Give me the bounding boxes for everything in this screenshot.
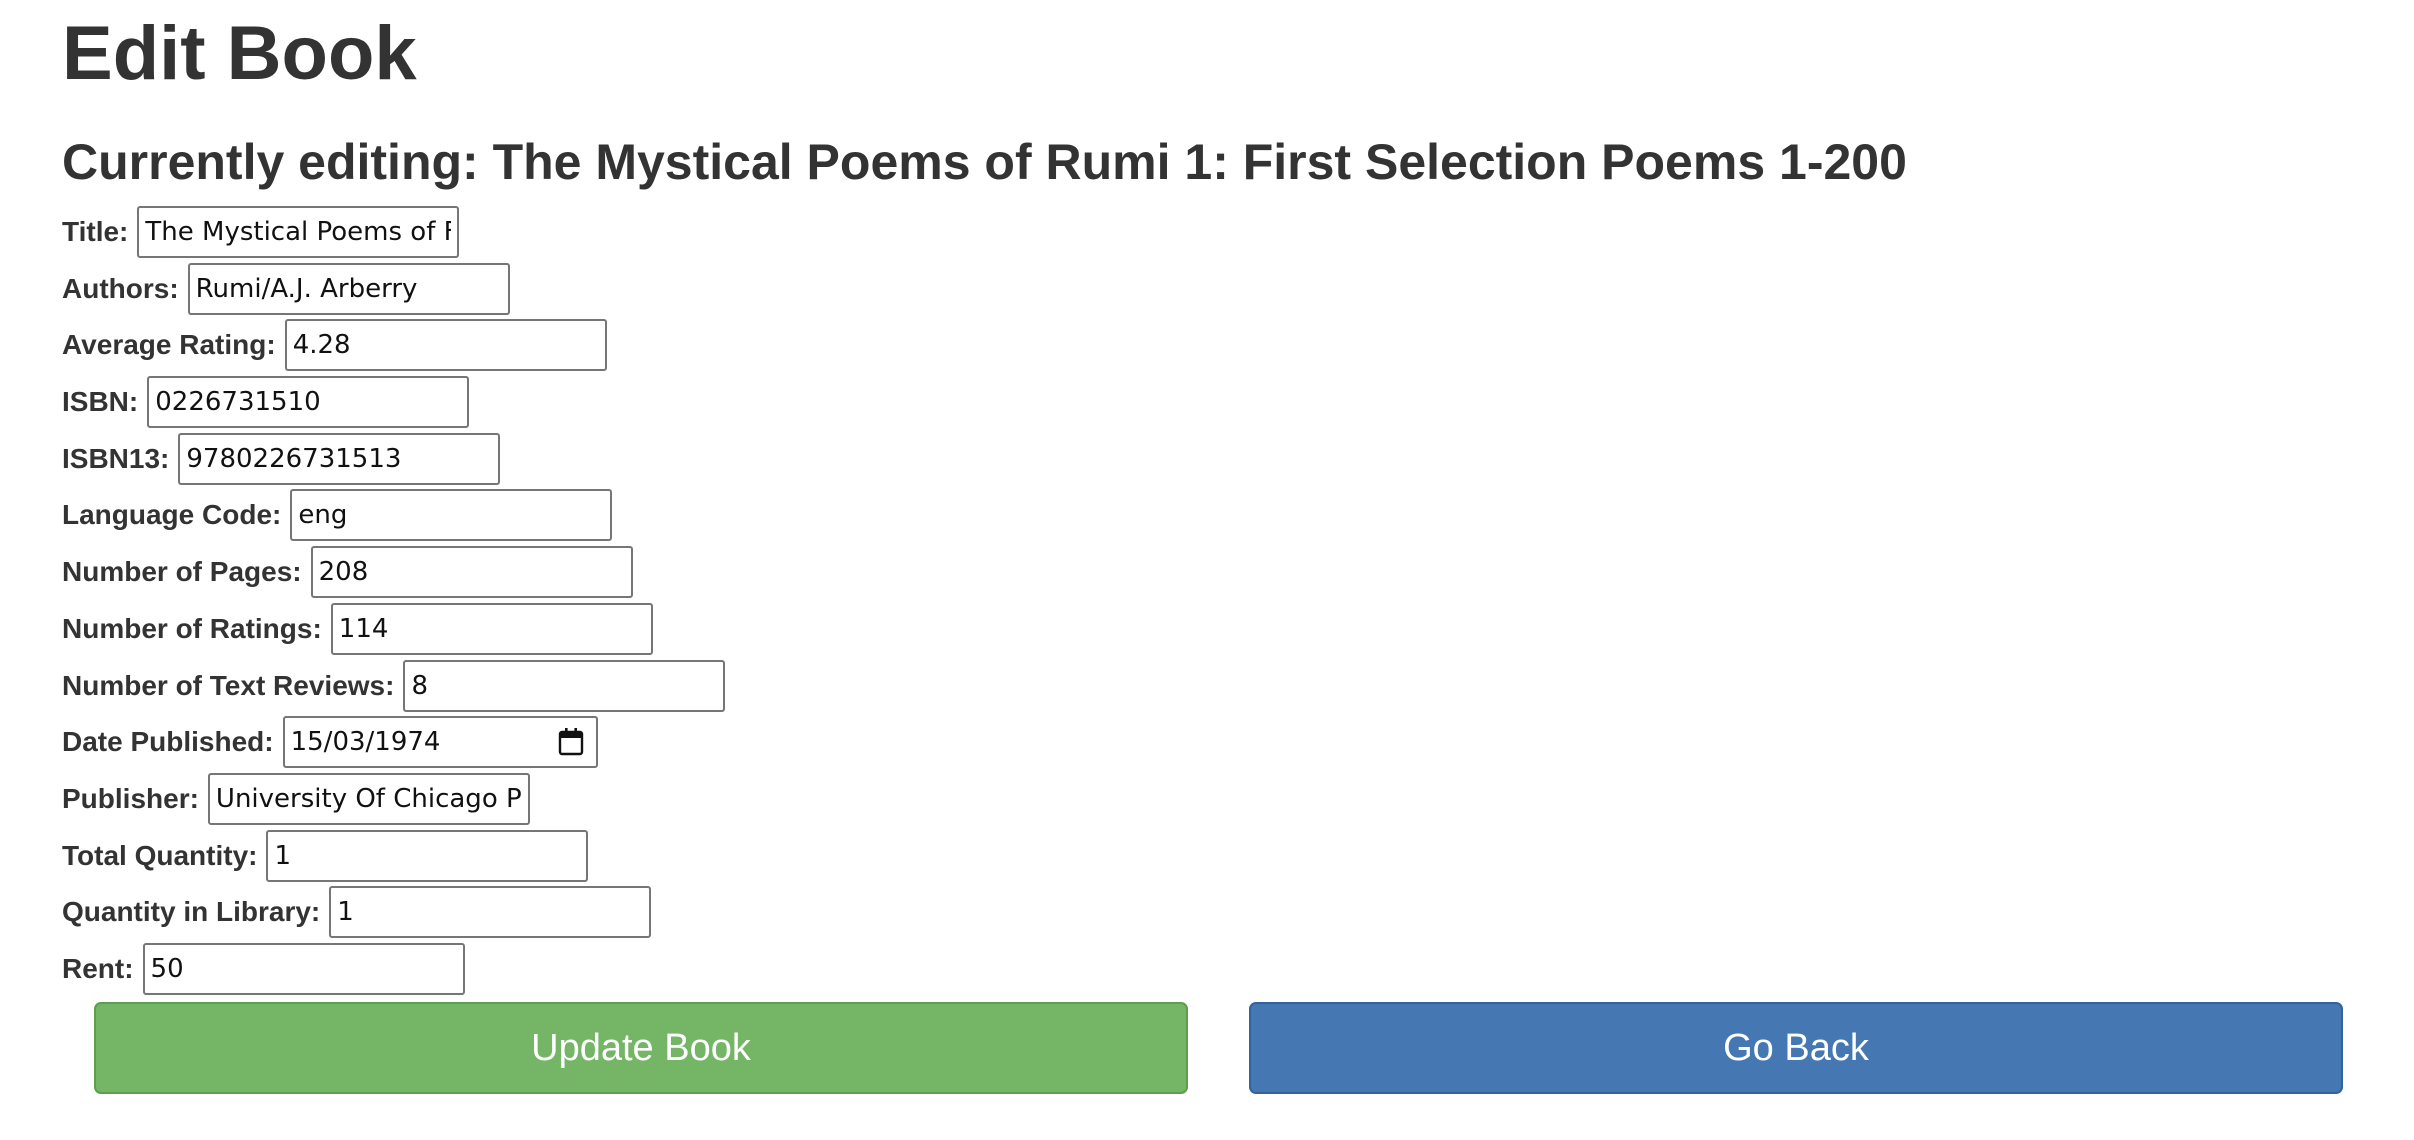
number-of-pages-input[interactable] bbox=[310, 546, 633, 599]
field-number-of-ratings: Number of Ratings: bbox=[62, 602, 725, 655]
publisher-input[interactable] bbox=[207, 772, 530, 825]
field-authors: Authors: bbox=[62, 262, 725, 315]
isbn-input[interactable] bbox=[147, 376, 470, 429]
field-title: Title: bbox=[62, 206, 725, 258]
field-isbn: ISBN: bbox=[62, 376, 725, 429]
date-published-label: Date Published: bbox=[62, 726, 274, 758]
field-total-quantity: Total Quantity: bbox=[62, 829, 725, 882]
field-number-of-text-reviews: Number of Text Reviews: bbox=[62, 659, 726, 712]
date-published-value: 15/03/1974 bbox=[290, 727, 441, 758]
number-of-ratings-input[interactable] bbox=[330, 602, 653, 655]
field-isbn13: ISBN13: bbox=[62, 432, 725, 485]
field-average-rating: Average Rating: bbox=[62, 319, 725, 372]
isbn13-input[interactable] bbox=[178, 432, 501, 485]
update-book-button[interactable]: Update Book bbox=[94, 1002, 1188, 1094]
field-date-published: Date Published: 15/03/1974 bbox=[62, 716, 725, 769]
language-code-input[interactable] bbox=[290, 489, 613, 542]
field-rent: Rent: bbox=[62, 942, 725, 995]
authors-label: Authors: bbox=[62, 272, 179, 304]
total-quantity-label: Total Quantity: bbox=[62, 839, 258, 871]
date-published-input[interactable]: 15/03/1974 bbox=[282, 716, 598, 769]
average-rating-label: Average Rating: bbox=[62, 329, 276, 361]
number-of-pages-label: Number of Pages: bbox=[62, 556, 302, 588]
total-quantity-input[interactable] bbox=[266, 829, 589, 882]
field-language-code: Language Code: bbox=[62, 489, 725, 542]
average-rating-input[interactable] bbox=[284, 319, 607, 372]
quantity-in-library-input[interactable] bbox=[329, 886, 652, 939]
title-label: Title: bbox=[62, 216, 129, 247]
title-input[interactable] bbox=[137, 206, 460, 258]
field-publisher: Publisher: bbox=[62, 772, 725, 825]
isbn-label: ISBN: bbox=[62, 386, 139, 418]
number-of-text-reviews-label: Number of Text Reviews: bbox=[62, 669, 395, 701]
isbn13-label: ISBN13: bbox=[62, 442, 170, 474]
number-of-text-reviews-input[interactable] bbox=[403, 659, 726, 712]
authors-input[interactable] bbox=[187, 262, 510, 315]
number-of-ratings-label: Number of Ratings: bbox=[62, 612, 322, 644]
page-title: Edit Book bbox=[62, 11, 417, 96]
go-back-button[interactable]: Go Back bbox=[1249, 1002, 2343, 1094]
field-number-of-pages: Number of Pages: bbox=[62, 546, 725, 599]
edit-book-form: Title: Authors: Average Rating: ISBN: IS… bbox=[62, 206, 726, 1000]
rent-label: Rent: bbox=[62, 952, 134, 984]
quantity-in-library-label: Quantity in Library: bbox=[62, 896, 321, 928]
language-code-label: Language Code: bbox=[62, 499, 282, 531]
field-quantity-in-library: Quantity in Library: bbox=[62, 886, 725, 939]
rent-input[interactable] bbox=[142, 942, 465, 995]
publisher-label: Publisher: bbox=[62, 782, 199, 814]
currently-editing-heading: Currently editing: The Mystical Poems of… bbox=[62, 134, 1907, 190]
calendar-icon[interactable] bbox=[558, 727, 584, 757]
